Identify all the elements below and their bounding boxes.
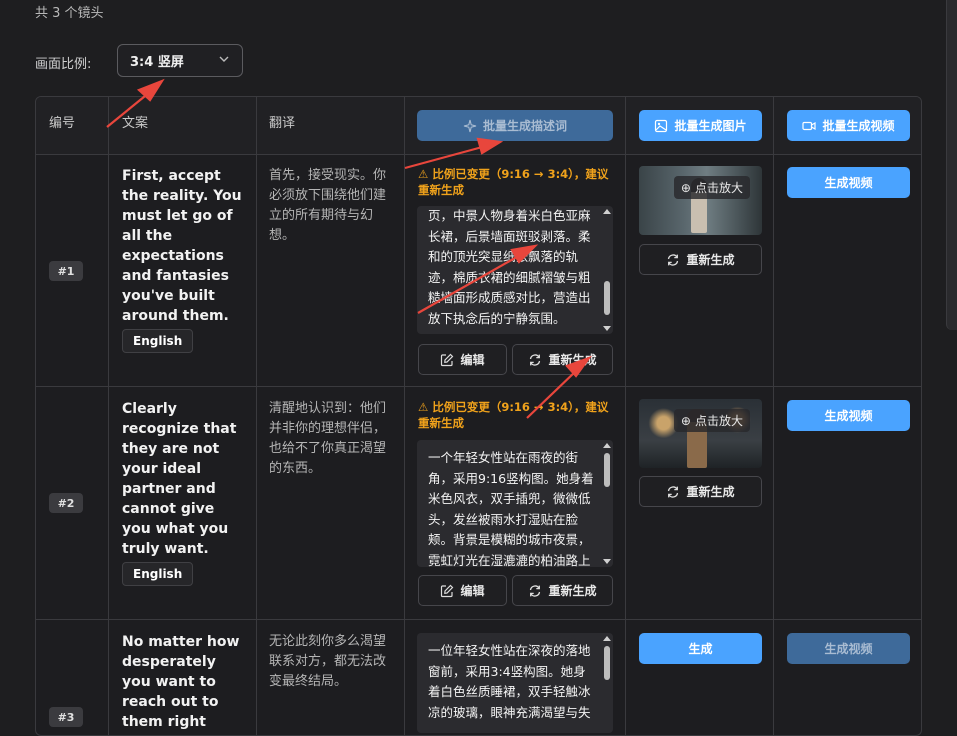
description-textarea[interactable]: 页，中景人物身着米白色亚麻长裙，后景墙面斑驳剥落。柔和的顶光突显纸张飘落的轨迹，… bbox=[417, 206, 613, 334]
storyboard-table: 编号 文案 翻译 批量生成描述词 批量生成图片 批量生成视频 #1 First,… bbox=[35, 96, 922, 736]
description-text: 一个年轻女性站在雨夜的街角，采用9:16竖构图。她身着米色风衣，双手插兜，微微低… bbox=[428, 450, 594, 567]
batch-generate-image-button[interactable]: 批量生成图片 bbox=[639, 110, 762, 141]
copy-text-body: No matter how desperately you want to re… bbox=[122, 634, 240, 735]
regenerate-image-button[interactable]: 重新生成 bbox=[639, 476, 762, 507]
copy-text: Clearly recognize that they are not your… bbox=[122, 399, 247, 586]
image-thumbnail[interactable]: ⊕ 点击放大 bbox=[639, 399, 762, 468]
sparkle-icon bbox=[463, 119, 477, 132]
description-textarea[interactable]: 一位年轻女性站在深夜的落地窗前，采用3:4竖构图。她身着白色丝质睡裙，双手轻触冰… bbox=[417, 633, 613, 733]
refresh-icon bbox=[668, 253, 679, 266]
textarea-scrollbar[interactable] bbox=[602, 636, 611, 730]
col-translation: 翻译 bbox=[269, 116, 296, 131]
refresh-icon bbox=[530, 353, 541, 366]
copy-text-body: First, accept the reality. You must let … bbox=[122, 168, 242, 324]
shot-count: 共 3 个镜头 bbox=[35, 6, 104, 21]
pencil-square-icon bbox=[441, 584, 454, 597]
textarea-scrollbar[interactable] bbox=[602, 209, 611, 331]
ratio-warning-text: 比例已变更（9:16 → 3:4），建议重新生成 bbox=[418, 167, 609, 197]
description-text: 一位年轻女性站在深夜的落地窗前，采用3:4竖构图。她身着白色丝质睡裙，双手轻触冰… bbox=[428, 643, 591, 720]
ratio-select[interactable]: 3:4 竖屏 bbox=[117, 44, 243, 77]
language-tag: English bbox=[122, 562, 194, 586]
copy-text: No matter how desperately you want to re… bbox=[122, 632, 247, 735]
regenerate-description-button[interactable]: 重新生成 bbox=[512, 344, 613, 375]
refresh-icon bbox=[530, 584, 541, 597]
translation-text: 首先，接受现实。你必须放下围绕他们建立的所有期待与幻想。 bbox=[269, 168, 387, 243]
translation-text: 清醒地认识到：他们并非你的理想伴侣，也给不了你真正渴望的东西。 bbox=[269, 401, 387, 476]
generate-video-button-disabled[interactable]: 生成视频 bbox=[787, 633, 910, 664]
image-thumbnail[interactable]: ⊕ 点击放大 bbox=[639, 166, 762, 235]
warning-icon: ⚠ bbox=[418, 167, 433, 181]
zoom-in-icon: ⊕ bbox=[680, 180, 691, 195]
regenerate-image-label: 重新生成 bbox=[686, 485, 735, 499]
ratio-warning-text: 比例已变更（9:16 → 3:4），建议重新生成 bbox=[418, 400, 609, 430]
ratio-label: 画面比例: bbox=[35, 57, 92, 72]
regenerate-image-button[interactable]: 重新生成 bbox=[639, 244, 762, 275]
page-scrollbar[interactable] bbox=[946, 0, 957, 330]
edit-label: 编辑 bbox=[460, 584, 485, 598]
edit-button[interactable]: 编辑 bbox=[418, 344, 507, 375]
shot-badge: #2 bbox=[49, 493, 83, 513]
copy-text-body: Clearly recognize that they are not your… bbox=[122, 401, 237, 557]
copy-text: First, accept the reality. You must let … bbox=[122, 166, 247, 353]
pencil-square-icon bbox=[441, 353, 454, 366]
regenerate-label: 重新生成 bbox=[548, 584, 597, 598]
chevron-down-icon bbox=[219, 56, 229, 62]
ratio-select-value: 3:4 竖屏 bbox=[130, 55, 184, 70]
generate-image-button[interactable]: 生成 bbox=[639, 633, 762, 664]
regenerate-label: 重新生成 bbox=[548, 353, 597, 367]
batch-generate-description-button[interactable]: 批量生成描述词 bbox=[417, 110, 613, 141]
generate-video-button[interactable]: 生成视频 bbox=[787, 167, 910, 198]
image-icon bbox=[655, 119, 668, 132]
edit-label: 编辑 bbox=[460, 353, 485, 367]
shot-badge: #3 bbox=[49, 707, 83, 727]
description-text: 页，中景人物身着米白色亚麻长裙，后景墙面斑驳剥落。柔和的顶光突显纸张飘落的轨迹，… bbox=[428, 208, 591, 326]
regenerate-description-button[interactable]: 重新生成 bbox=[512, 575, 613, 606]
col-number: 编号 bbox=[49, 116, 76, 131]
col-copy: 文案 bbox=[122, 116, 149, 131]
refresh-icon bbox=[668, 485, 679, 498]
batch-generate-image-label: 批量生成图片 bbox=[674, 119, 747, 133]
zoom-in-icon: ⊕ bbox=[680, 413, 691, 428]
warning-icon: ⚠ bbox=[418, 400, 433, 414]
batch-generate-video-button[interactable]: 批量生成视频 bbox=[787, 110, 910, 141]
zoom-button[interactable]: ⊕ 点击放大 bbox=[673, 176, 750, 199]
ratio-warning: ⚠ 比例已变更（9:16 → 3:4），建议重新生成 bbox=[418, 166, 618, 198]
zoom-button[interactable]: ⊕ 点击放大 bbox=[673, 409, 750, 432]
zoom-label: 点击放大 bbox=[694, 414, 743, 428]
batch-generate-video-label: 批量生成视频 bbox=[822, 119, 895, 133]
textarea-scrollbar[interactable] bbox=[602, 443, 611, 564]
zoom-label: 点击放大 bbox=[694, 181, 743, 195]
generate-video-button[interactable]: 生成视频 bbox=[787, 400, 910, 431]
shot-badge: #1 bbox=[49, 261, 83, 281]
video-camera-icon bbox=[802, 121, 817, 130]
regenerate-image-label: 重新生成 bbox=[686, 253, 735, 267]
edit-button[interactable]: 编辑 bbox=[418, 575, 507, 606]
description-textarea[interactable]: 一个年轻女性站在雨夜的街角，采用9:16竖构图。她身着米色风衣，双手插兜，微微低… bbox=[417, 440, 613, 567]
language-tag: English bbox=[122, 329, 194, 353]
translation-text: 无论此刻你多么渴望联系对方，都无法改变最终结局。 bbox=[269, 634, 387, 689]
ratio-warning: ⚠ 比例已变更（9:16 → 3:4），建议重新生成 bbox=[418, 399, 618, 431]
batch-generate-description-label: 批量生成描述词 bbox=[482, 119, 567, 133]
